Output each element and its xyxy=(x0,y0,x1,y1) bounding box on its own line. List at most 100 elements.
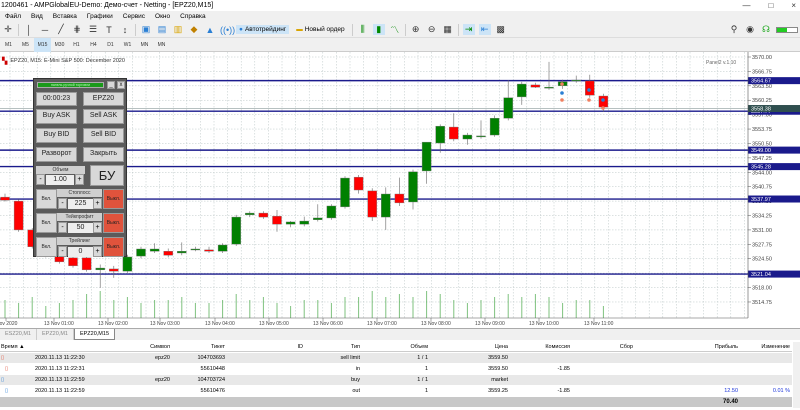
takeprofit-input[interactable]: 50 xyxy=(68,223,93,233)
templates-icon[interactable]: ▩ xyxy=(495,24,507,35)
volume-plus-button[interactable]: + xyxy=(75,174,84,185)
takeprofit-on-button[interactable]: Вкл. xyxy=(36,213,57,233)
timeframe-h4[interactable]: H4 xyxy=(85,38,102,52)
buy-bid-button[interactable]: Buy BID xyxy=(36,128,77,143)
fibonacci-icon[interactable]: ⋕ xyxy=(71,24,83,35)
takeprofit-plus-button[interactable]: + xyxy=(93,222,102,233)
col-fee[interactable]: Сбор xyxy=(620,342,633,352)
table-row[interactable]: ▯ 2020.11.13 11:22:30 epz20 104703693 sell l… xyxy=(0,353,792,363)
timeframe-d1[interactable]: D1 xyxy=(102,38,119,52)
stoploss-minus-button[interactable]: - xyxy=(58,198,67,209)
buy-ask-button[interactable]: Buy ASK xyxy=(36,109,77,124)
menu-insert[interactable]: Вставка xyxy=(48,11,82,22)
arrows-icon[interactable]: ↕ xyxy=(119,25,131,35)
line-chart-icon[interactable]: 〽 xyxy=(389,23,401,36)
zoom-in-icon[interactable]: ⊕ xyxy=(410,24,422,35)
col-commission[interactable]: Комиссия xyxy=(545,342,570,352)
channels-icon[interactable]: ☰ xyxy=(87,24,99,35)
market-watch-icon[interactable]: ▥ xyxy=(172,24,184,35)
cell-type: buy xyxy=(351,377,360,383)
stoploss-on-button[interactable]: Вкл. xyxy=(36,189,57,209)
trailing-input[interactable]: 0 xyxy=(68,247,93,257)
col-volume[interactable]: Объем xyxy=(410,342,428,352)
autoscroll-icon[interactable]: ⇥ xyxy=(462,24,475,35)
new-chart-icon[interactable]: ▣ xyxy=(140,24,152,35)
takeprofit-off-button[interactable]: Выкл. xyxy=(103,213,124,233)
col-symbol[interactable]: Символ xyxy=(150,342,170,352)
col-price[interactable]: Цена xyxy=(495,342,508,352)
table-row[interactable]: ▯ 2020.11.13 11:22:59 epz20 104703724 buy 1 /… xyxy=(0,375,792,385)
candle-bull xyxy=(299,220,309,225)
price-tick-label: 3527.75 xyxy=(752,242,772,248)
timeframe-h1[interactable]: H1 xyxy=(68,38,85,52)
trailing-plus-button[interactable]: + xyxy=(93,246,102,257)
timeframe-m30[interactable]: M30 xyxy=(51,38,68,52)
table-row[interactable]: ▯ 2020.11.13 11:22:31 55610448 in 1 3559.50 -1… xyxy=(0,364,792,374)
stoploss-input[interactable]: 225 xyxy=(68,199,93,209)
new-order-button[interactable]: ▬ Новый ордер xyxy=(293,25,347,34)
trailing-on-button[interactable]: Вкл. xyxy=(36,237,57,257)
metaeditor-icon[interactable]: ◆ xyxy=(188,24,200,35)
col-id[interactable]: ID xyxy=(298,342,304,352)
col-change[interactable]: Изменение xyxy=(761,342,790,352)
menu-file[interactable]: Файл xyxy=(0,11,26,22)
text-icon[interactable]: T xyxy=(103,25,115,35)
breakeven-button[interactable]: БУ xyxy=(90,165,124,186)
tab-esz20-m1[interactable]: ESZ20,M1 xyxy=(0,329,37,340)
timeframe-mn[interactable]: MN xyxy=(136,38,153,52)
col-type[interactable]: Тип xyxy=(351,342,360,352)
trailing-minus-button[interactable]: - xyxy=(58,246,67,257)
trailing-off-button[interactable]: Выкл. xyxy=(103,237,124,257)
strategy-tester-icon[interactable]: ▲ xyxy=(204,25,216,35)
timeframe-m15[interactable]: M15 xyxy=(34,37,51,52)
tab-epz20-m15[interactable]: EPZ20,M15 xyxy=(73,329,116,340)
takeprofit-minus-button[interactable]: - xyxy=(58,222,67,233)
price-tick-label: 3550.50 xyxy=(752,141,772,147)
volume-minus-button[interactable]: - xyxy=(36,174,45,185)
signals-icon[interactable]: ((•)) xyxy=(220,25,235,35)
horizontal-line-icon[interactable]: ─ xyxy=(39,25,51,35)
bar-chart-icon[interactable]: ⫼ xyxy=(357,24,369,35)
col-time[interactable]: Время ▲ xyxy=(1,342,25,352)
timeframe-m5[interactable]: M5 xyxy=(17,38,34,52)
close-position-button[interactable]: Закрыть xyxy=(83,147,124,162)
vps-icon[interactable]: ☊ xyxy=(760,24,772,35)
candlestick-icon[interactable]: ▮ xyxy=(372,24,385,35)
panel-minimize-button[interactable]: _ xyxy=(107,81,115,89)
menu-help[interactable]: Справка xyxy=(175,11,211,22)
timeframe-mn-2[interactable]: MN xyxy=(153,38,170,52)
col-profit[interactable]: Прибыль xyxy=(715,342,738,352)
sell-ask-button[interactable]: Sell ASK xyxy=(83,109,124,124)
minimize-button[interactable]: — xyxy=(742,0,750,11)
panel-close-button[interactable]: x xyxy=(117,81,125,89)
vertical-line-icon[interactable]: │ xyxy=(23,25,35,35)
menu-view[interactable]: Вид xyxy=(26,11,48,22)
menu-tools[interactable]: Сервис xyxy=(118,11,150,22)
maximize-button[interactable]: □ xyxy=(768,0,773,11)
stoploss-off-button[interactable]: Выкл. xyxy=(103,189,124,209)
menu-window[interactable]: Окно xyxy=(150,11,175,22)
chart-shift-icon[interactable]: ⇤ xyxy=(478,24,491,35)
account-icon[interactable]: ◉ xyxy=(744,24,756,35)
close-button[interactable]: × xyxy=(791,0,796,11)
volume-input[interactable]: 1.00 xyxy=(46,175,74,185)
tile-windows-icon[interactable]: ▦ xyxy=(442,24,454,35)
col-ticket[interactable]: Тикет xyxy=(211,342,225,352)
cursor-icon[interactable]: ✛ xyxy=(2,24,14,35)
autotrading-button[interactable]: ● Автотрейдинг xyxy=(236,25,290,34)
sell-bid-button[interactable]: Sell BID xyxy=(83,128,124,143)
table-row[interactable]: ▯ 2020.11.13 11:22:59 55610476 out 1 3559.25 -… xyxy=(0,386,792,396)
trade-panel[interactable]: панель ручной торговли _ x 00:00:23 EPZ2… xyxy=(33,78,127,257)
reverse-button[interactable]: Разворот xyxy=(36,147,77,162)
cell-time: 2020.11.13 11:22:31 xyxy=(35,366,85,372)
trendline-icon[interactable]: ╱ xyxy=(55,24,67,35)
timeframe-m1[interactable]: M1 xyxy=(0,38,17,52)
profiles-icon[interactable]: ▤ xyxy=(156,24,168,35)
menu-charts[interactable]: Графики xyxy=(82,11,118,22)
tab-epz20-m1[interactable]: EPZ20,M1 xyxy=(37,329,74,340)
timeframe-w1[interactable]: W1 xyxy=(119,38,136,52)
table-scrollbar[interactable] xyxy=(793,342,800,408)
stoploss-plus-button[interactable]: + xyxy=(93,198,102,209)
zoom-out-icon[interactable]: ⊖ xyxy=(426,24,438,35)
search-icon[interactable]: ⚲ xyxy=(728,24,740,35)
